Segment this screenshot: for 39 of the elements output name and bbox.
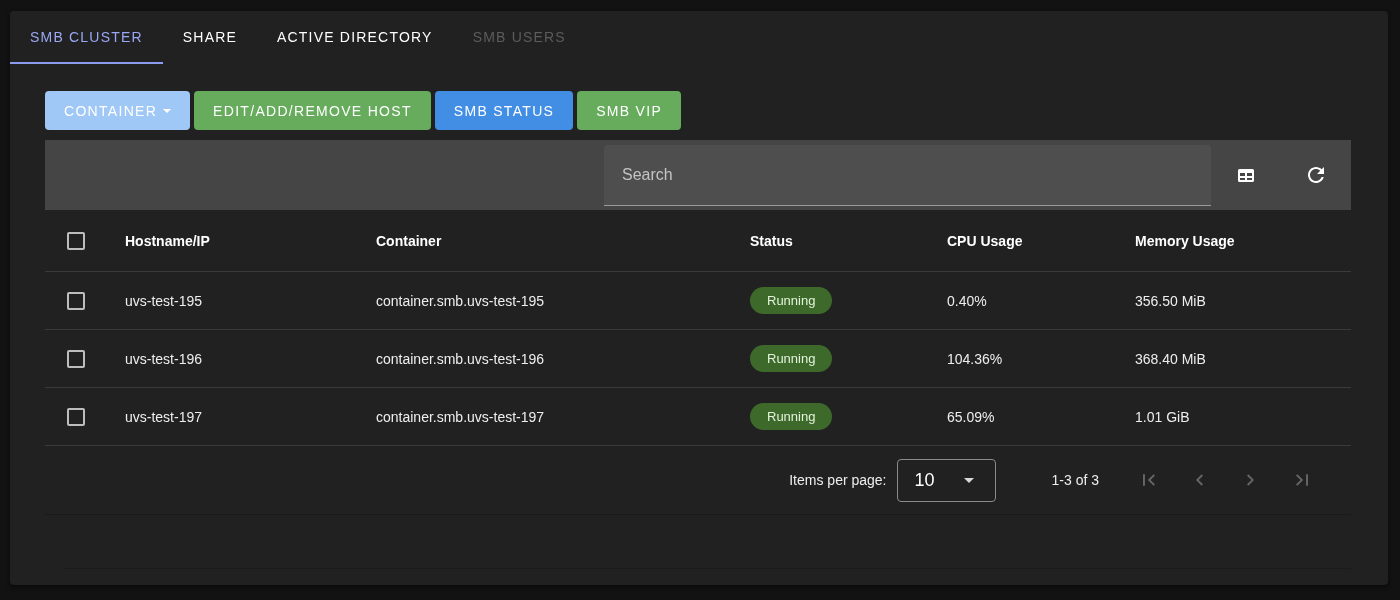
hostname-text: uvs-test-195	[125, 292, 203, 309]
hostname-text: uvs-test-197	[125, 408, 203, 425]
row-checkbox[interactable]	[67, 291, 85, 310]
action-button[interactable]: EDIT/ADD/REMOVE HOST	[194, 91, 431, 130]
cpu-usage: 0.40%	[947, 292, 987, 309]
tab[interactable]: SHARE	[162, 11, 257, 64]
status-chip: Running	[750, 403, 833, 430]
row-checkbox[interactable]	[67, 407, 85, 426]
page-size-select[interactable]: 10	[896, 458, 996, 502]
container-name: container.smb.uvs-test-195	[376, 292, 545, 309]
row-checkbox[interactable]	[67, 349, 85, 368]
hostname-text: uvs-test-196	[125, 350, 203, 367]
select-all-checkbox[interactable]	[67, 231, 85, 250]
items-per-page-label: Items per page:	[789, 472, 887, 488]
caret-icon	[163, 108, 172, 113]
tab[interactable]: ACTIVE DIRECTORY	[257, 11, 453, 64]
refresh-icon[interactable]	[1308, 167, 1324, 183]
memory-usage: 1.01 GiB	[1135, 408, 1190, 425]
caret-icon	[963, 477, 974, 483]
dropdown-button[interactable]: CONTAINER	[45, 91, 191, 130]
memory-usage: 356.50 MiB	[1135, 292, 1206, 309]
column-header: Memory Usage	[1135, 232, 1235, 249]
action-button[interactable]: SMB VIP	[577, 91, 682, 130]
cpu-usage: 65.09%	[947, 408, 995, 425]
status-chip: Running	[750, 345, 833, 372]
action-button[interactable]: SMB STATUS	[434, 91, 574, 130]
memory-usage: 368.40 MiB	[1135, 350, 1206, 367]
table-icon[interactable]	[1238, 168, 1254, 182]
cpu-usage: 104.36%	[947, 350, 1003, 367]
search-field[interactable]: Search	[604, 145, 1211, 206]
status-chip: Running	[750, 287, 833, 314]
column-header: Container	[376, 232, 442, 249]
column-header: Status	[750, 232, 793, 249]
container-name: container.smb.uvs-test-197	[376, 408, 545, 425]
container-name: container.smb.uvs-test-196	[376, 350, 545, 367]
page-range: 1-3 of 3	[1051, 472, 1099, 488]
column-header: CPU Usage	[947, 232, 1023, 249]
column-header: Hostname/IP	[125, 232, 210, 249]
tab[interactable]: SMB CLUSTER	[10, 11, 163, 64]
